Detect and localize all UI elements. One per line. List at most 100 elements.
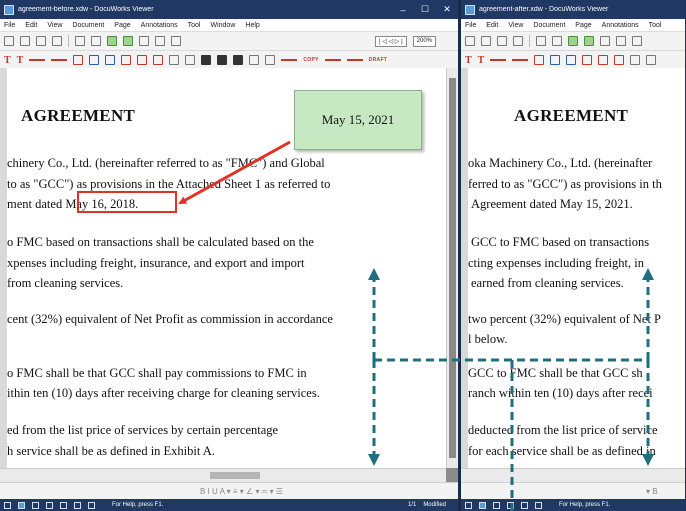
rectangle-tool-icon[interactable] — [89, 55, 100, 65]
sticky-tool-icon[interactable] — [598, 55, 609, 65]
status-icon[interactable] — [535, 501, 542, 509]
hand-tool-icon[interactable] — [91, 36, 101, 46]
status-icon[interactable] — [521, 501, 528, 509]
stamp-tool-icon[interactable] — [582, 55, 593, 65]
status-icon[interactable] — [4, 501, 11, 509]
text-annotation-tool-2[interactable]: T — [17, 55, 24, 66]
zoom-icon[interactable] — [171, 36, 181, 46]
status-icon[interactable] — [74, 501, 81, 509]
status-icon[interactable] — [60, 501, 67, 509]
line-tool-icon[interactable] — [490, 59, 507, 61]
line-tool-icon-2[interactable] — [512, 59, 529, 61]
save-icon[interactable] — [4, 36, 14, 46]
shape-tool-icon[interactable] — [566, 55, 577, 65]
menu-view[interactable]: View — [47, 22, 62, 29]
copy-stamp[interactable]: COPY — [303, 57, 318, 63]
status-icon[interactable] — [46, 501, 53, 509]
ellipse-tool-icon[interactable] — [614, 55, 625, 65]
status-icon[interactable] — [465, 501, 472, 509]
move-tool-icon[interactable] — [265, 55, 276, 65]
stamp-tool-icon[interactable] — [121, 55, 132, 65]
text-select-icon[interactable] — [75, 36, 85, 46]
menu-edit[interactable]: Edit — [486, 22, 498, 29]
link-tool-icon[interactable] — [169, 55, 180, 65]
annotation-mode-icon[interactable] — [584, 36, 594, 46]
sticky-tool-icon[interactable] — [137, 55, 148, 65]
redline-icon-3[interactable] — [346, 59, 363, 61]
zoom-select[interactable]: 200% — [412, 35, 436, 47]
menu-document[interactable]: Document — [533, 22, 565, 29]
text-annotation-tool[interactable]: T — [4, 55, 11, 66]
redline-icon[interactable] — [281, 59, 298, 61]
menu-view[interactable]: View — [508, 22, 523, 29]
menu-window[interactable]: Window — [210, 22, 235, 29]
line-tool-icon[interactable] — [29, 59, 46, 61]
frame-tool-icon[interactable] — [646, 55, 657, 65]
save-icon[interactable] — [465, 36, 475, 46]
left-format-toolbar[interactable]: B I U A ▾ ≡ ▾ ∠ ▾ ═ ▾ ☰ — [0, 482, 458, 499]
menu-tool[interactable]: Tool — [188, 22, 201, 29]
marker-tool-icon[interactable] — [534, 55, 545, 65]
text-annotation-tool[interactable]: T — [465, 55, 472, 66]
view-options-icon[interactable] — [155, 36, 165, 46]
menu-help[interactable]: Help — [245, 22, 259, 29]
menu-document[interactable]: Document — [72, 22, 104, 29]
link-tool-icon[interactable] — [630, 55, 641, 65]
menu-page[interactable]: Page — [575, 22, 591, 29]
send-icon[interactable] — [497, 36, 507, 46]
close-button[interactable]: ✕ — [436, 0, 458, 19]
minimize-button[interactable]: – — [392, 0, 414, 19]
copy-page-icon[interactable] — [600, 36, 610, 46]
thumbnail-icon[interactable] — [513, 36, 523, 46]
left-vertical-scroll-thumb[interactable] — [449, 78, 456, 458]
right-format-toolbar[interactable]: ▾ B — [461, 482, 685, 499]
left-horizontal-scroll-thumb[interactable] — [210, 472, 260, 479]
maximize-button[interactable]: ☐ — [414, 0, 436, 19]
date-stamp-icon[interactable] — [217, 55, 228, 65]
status-icon-active[interactable] — [18, 501, 25, 509]
image-tool-icon[interactable] — [201, 55, 212, 65]
send-icon[interactable] — [36, 36, 46, 46]
status-icon[interactable] — [32, 501, 39, 509]
status-icon[interactable] — [493, 501, 500, 509]
menu-annotations[interactable]: Annotations — [141, 22, 178, 29]
sticky-note[interactable]: May 15, 2021 — [294, 90, 422, 150]
frame-tool-icon[interactable] — [185, 55, 196, 65]
date-highlight-box[interactable] — [77, 191, 177, 213]
shape-tool-icon[interactable] — [105, 55, 116, 65]
menu-tool[interactable]: Tool — [649, 22, 662, 29]
line-tool-icon-2[interactable] — [51, 59, 68, 61]
grid-tool-icon[interactable] — [249, 55, 260, 65]
print-icon[interactable] — [20, 36, 30, 46]
rectangle-tool-icon[interactable] — [550, 55, 561, 65]
print-icon[interactable] — [481, 36, 491, 46]
select-tool-icon[interactable] — [107, 36, 117, 46]
left-horizontal-scrollbar[interactable] — [0, 468, 446, 482]
select-tool-icon[interactable] — [568, 36, 578, 46]
text-select-icon[interactable] — [536, 36, 546, 46]
view-options-icon[interactable] — [616, 36, 626, 46]
menu-page[interactable]: Page — [114, 22, 130, 29]
ellipse-tool-icon[interactable] — [153, 55, 164, 65]
menu-edit[interactable]: Edit — [25, 22, 37, 29]
zoom-icon[interactable] — [632, 36, 642, 46]
annotation-mode-icon[interactable] — [123, 36, 133, 46]
copy-page-icon[interactable] — [139, 36, 149, 46]
marker-tool-icon[interactable] — [73, 55, 84, 65]
status-icon-active[interactable] — [479, 501, 486, 509]
left-document-page[interactable]: AGREEMENT chinery Co., Ltd. (hereinafter… — [0, 68, 446, 468]
status-icon[interactable] — [507, 501, 514, 509]
status-icon[interactable] — [88, 501, 95, 509]
right-horizontal-scrollbar[interactable] — [461, 468, 685, 482]
fill-tool-icon[interactable] — [233, 55, 244, 65]
hand-tool-icon[interactable] — [552, 36, 562, 46]
menu-file[interactable]: File — [4, 22, 15, 29]
thumbnail-icon[interactable] — [52, 36, 62, 46]
left-vertical-scrollbar[interactable] — [446, 68, 458, 468]
menu-annotations[interactable]: Annotations — [602, 22, 639, 29]
text-annotation-tool-2[interactable]: T — [478, 55, 485, 66]
menu-file[interactable]: File — [465, 22, 476, 29]
redline-icon-2[interactable] — [324, 59, 341, 61]
draft-stamp[interactable]: DRAFT — [369, 57, 387, 63]
page-navigation[interactable]: | ◁ ◁ ▷ | — [375, 35, 407, 47]
